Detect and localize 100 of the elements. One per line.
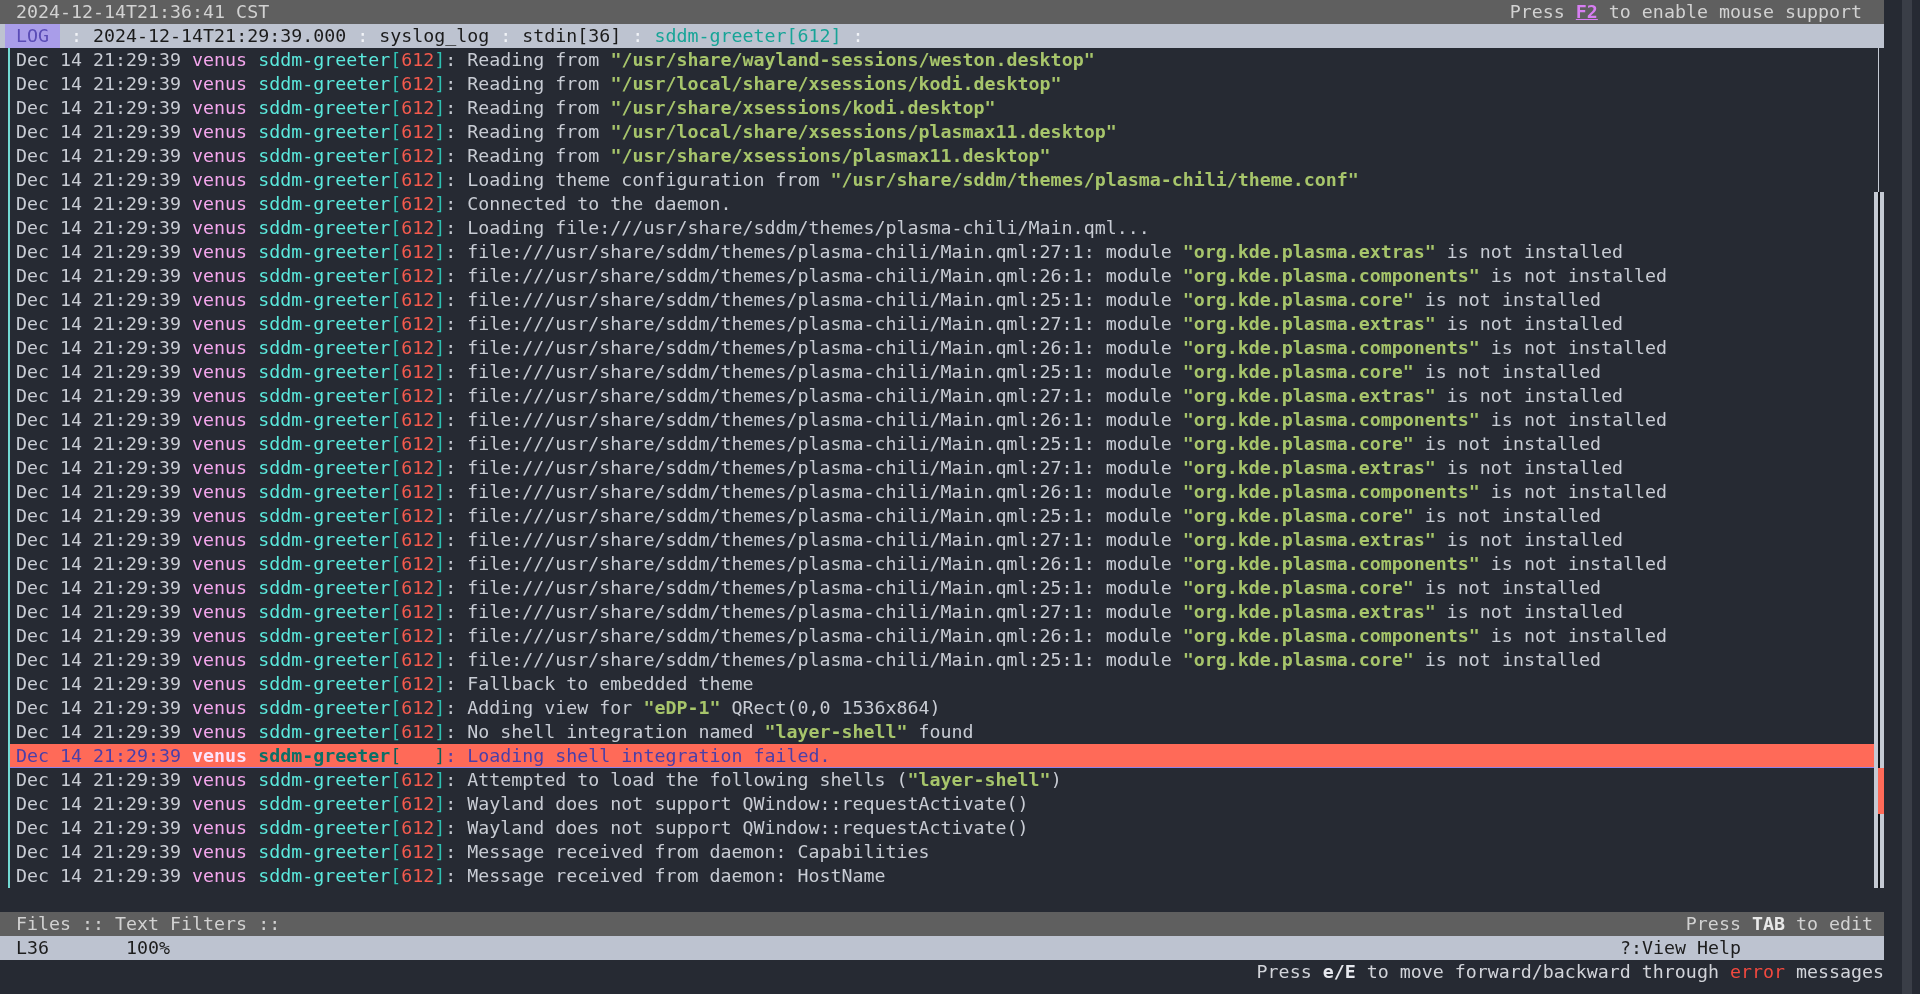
mouse-support-hint: Press F2 to enable mouse support bbox=[1509, 0, 1862, 24]
log-message: file:///usr/share/sddm/themes/plasma-chili/Main.qml:27:1: module "org.kde.plasma.extras" is not installed bbox=[467, 528, 1623, 552]
log-timestamp: Dec 14 21:29:39 bbox=[16, 408, 182, 432]
log-process: sddm-greeter[612]: bbox=[258, 312, 457, 336]
log-hostname: venus bbox=[192, 72, 248, 96]
log-process: sddm-greeter[612]: bbox=[258, 504, 457, 528]
log-timestamp: Dec 14 21:29:39 bbox=[16, 672, 182, 696]
log-process: sddm-greeter[612]: bbox=[258, 552, 457, 576]
log-message: file:///usr/share/sddm/themes/plasma-chili/Main.qml:27:1: module "org.kde.plasma.extras" is not installed bbox=[467, 456, 1623, 480]
log-process: sddm-greeter[612]: bbox=[258, 96, 457, 120]
log-timestamp: Dec 14 21:29:39 bbox=[16, 744, 182, 768]
log-process: sddm-greeter[612]: bbox=[258, 696, 457, 720]
log-message: file:///usr/share/sddm/themes/plasma-chili/Main.qml:27:1: module "org.kde.plasma.extras" is not installed bbox=[467, 240, 1623, 264]
log-hostname: venus bbox=[192, 216, 248, 240]
log-timestamp: Dec 14 21:29:39 bbox=[16, 240, 182, 264]
log-hostname: venus bbox=[192, 864, 248, 888]
log-process: sddm-greeter[612]: bbox=[258, 408, 457, 432]
log-hostname: venus bbox=[192, 624, 248, 648]
log-hostname: venus bbox=[192, 48, 248, 72]
log-timestamp: Dec 14 21:29:39 bbox=[16, 456, 182, 480]
log-timestamp: Dec 14 21:29:39 bbox=[16, 192, 182, 216]
log-message: file:///usr/share/sddm/themes/plasma-chili/Main.qml:25:1: module "org.kde.plasma.core" is not installed bbox=[467, 288, 1601, 312]
log-process: sddm-greeter[612]: bbox=[258, 576, 457, 600]
log-message: Reading from "/usr/local/share/xsessions/plasmax11.desktop" bbox=[467, 120, 1117, 144]
log-message: Adding view for "eDP-1" QRect(0,0 1536x864) bbox=[467, 696, 941, 720]
log-process: sddm-greeter[612]: bbox=[258, 216, 457, 240]
log-message: file:///usr/share/sddm/themes/plasma-chili/Main.qml:26:1: module "org.kde.plasma.components" is not installed bbox=[467, 552, 1667, 576]
log-process: sddm-greeter[612]: bbox=[258, 456, 457, 480]
log-message: Message received from daemon: Capabilities bbox=[467, 840, 930, 864]
log-timestamp: Dec 14 21:29:39 bbox=[16, 648, 182, 672]
log-timestamp: Dec 14 21:29:39 bbox=[16, 480, 182, 504]
log-message: file:///usr/share/sddm/themes/plasma-chili/Main.qml:26:1: module "org.kde.plasma.components" is not installed bbox=[467, 264, 1667, 288]
log-timestamp: Dec 14 21:29:39 bbox=[16, 168, 182, 192]
edit-hint: Press TAB to edit bbox=[1685, 912, 1873, 936]
log-hostname: venus bbox=[192, 480, 248, 504]
log-message: file:///usr/share/sddm/themes/plasma-chili/Main.qml:25:1: module "org.kde.plasma.core" is not installed bbox=[467, 648, 1601, 672]
log-timestamp: Dec 14 21:29:39 bbox=[16, 336, 182, 360]
log-timestamp: Dec 14 21:29:39 bbox=[16, 600, 182, 624]
log-process: sddm-greeter[612]: bbox=[258, 144, 457, 168]
log-process: sddm-greeter[612]: bbox=[258, 432, 457, 456]
line-number: L36 bbox=[16, 936, 51, 960]
log-message: Wayland does not support QWindow::requestActivate() bbox=[467, 792, 1029, 816]
log-message: No shell integration named "layer-shell" found bbox=[467, 720, 974, 744]
log-message: Reading from "/usr/share/xsessions/plasmax11.desktop" bbox=[467, 144, 1051, 168]
log-process: sddm-greeter[612]: bbox=[258, 336, 457, 360]
log-message: file:///usr/share/sddm/themes/plasma-chili/Main.qml:25:1: module "org.kde.plasma.core" is not installed bbox=[467, 576, 1601, 600]
log-timestamp: Dec 14 21:29:39 bbox=[16, 624, 182, 648]
log-hostname: venus bbox=[192, 96, 248, 120]
log-hostname: venus bbox=[192, 576, 248, 600]
log-message: Loading shell integration failed. bbox=[467, 744, 831, 768]
log-timestamp: Dec 14 21:29:39 bbox=[16, 96, 182, 120]
log-timestamp: Dec 14 21:29:39 bbox=[16, 288, 182, 312]
log-message: file:///usr/share/sddm/themes/plasma-chili/Main.qml:26:1: module "org.kde.plasma.components" is not installed bbox=[467, 336, 1667, 360]
log-process: sddm-greeter[612]: bbox=[258, 648, 457, 672]
log-hostname: venus bbox=[192, 288, 248, 312]
log-message: Loading file:///usr/share/sddm/themes/plasma-chili/Main.qml... bbox=[467, 216, 1150, 240]
log-process: sddm-greeter[612]: bbox=[258, 600, 457, 624]
log-process: sddm-greeter[ ]: bbox=[258, 744, 457, 768]
log-timestamp: Dec 14 21:29:39 bbox=[16, 768, 182, 792]
log-timestamp: Dec 14 21:29:39 bbox=[16, 312, 182, 336]
log-process: sddm-greeter[612]: bbox=[258, 816, 457, 840]
log-message: file:///usr/share/sddm/themes/plasma-chili/Main.qml:25:1: module "org.kde.plasma.core" is not installed bbox=[467, 504, 1601, 528]
log-process: sddm-greeter[612]: bbox=[258, 840, 457, 864]
log-hostname: venus bbox=[192, 720, 248, 744]
log-hostname: venus bbox=[192, 120, 248, 144]
log-process: sddm-greeter[612]: bbox=[258, 48, 457, 72]
log-timestamp: Dec 14 21:29:39 bbox=[16, 696, 182, 720]
log-hostname: venus bbox=[192, 768, 248, 792]
log-process: sddm-greeter[612]: bbox=[258, 528, 457, 552]
clock-text: 2024-12-14T21:36:41 CST bbox=[16, 0, 270, 24]
log-hostname: venus bbox=[192, 744, 248, 768]
log-hostname: venus bbox=[192, 264, 248, 288]
breadcrumb[interactable]: stdin[36] bbox=[522, 24, 622, 48]
log-hostname: venus bbox=[192, 360, 248, 384]
breadcrumb[interactable]: 2024-12-14T21:29:39.000 bbox=[93, 24, 347, 48]
log-timestamp: Dec 14 21:29:39 bbox=[16, 720, 182, 744]
view-tag: LOG bbox=[5, 24, 61, 48]
crumb-separator: : bbox=[852, 24, 864, 48]
log-hostname: venus bbox=[192, 432, 248, 456]
panel-title: Files :: Text Filters :: bbox=[16, 912, 281, 936]
log-timestamp: Dec 14 21:29:39 bbox=[16, 504, 182, 528]
log-message: file:///usr/share/sddm/themes/plasma-chili/Main.qml:25:1: module "org.kde.plasma.core" is not installed bbox=[467, 432, 1601, 456]
log-timestamp: Dec 14 21:29:39 bbox=[16, 792, 182, 816]
scrollbar-thumb[interactable] bbox=[1874, 192, 1884, 888]
breadcrumb[interactable]: syslog_log bbox=[379, 24, 490, 48]
log-timestamp: Dec 14 21:29:39 bbox=[16, 384, 182, 408]
log-timestamp: Dec 14 21:29:39 bbox=[16, 216, 182, 240]
error-marker bbox=[1878, 768, 1884, 814]
log-timestamp: Dec 14 21:29:39 bbox=[16, 840, 182, 864]
crumb-separator: : bbox=[357, 24, 369, 48]
log-timestamp: Dec 14 21:29:39 bbox=[16, 864, 182, 888]
log-hostname: venus bbox=[192, 456, 248, 480]
log-hostname: venus bbox=[192, 384, 248, 408]
log-message: Loading theme configuration from "/usr/share/sddm/themes/plasma-chili/theme.conf" bbox=[467, 168, 1359, 192]
log-timestamp: Dec 14 21:29:39 bbox=[16, 816, 182, 840]
log-message: Message received from daemon: HostName bbox=[467, 864, 886, 888]
log-timestamp: Dec 14 21:29:39 bbox=[16, 576, 182, 600]
log-hostname: venus bbox=[192, 528, 248, 552]
log-message: file:///usr/share/sddm/themes/plasma-chili/Main.qml:25:1: module "org.kde.plasma.core" is not installed bbox=[467, 360, 1601, 384]
log-process: sddm-greeter[612]: bbox=[258, 624, 457, 648]
